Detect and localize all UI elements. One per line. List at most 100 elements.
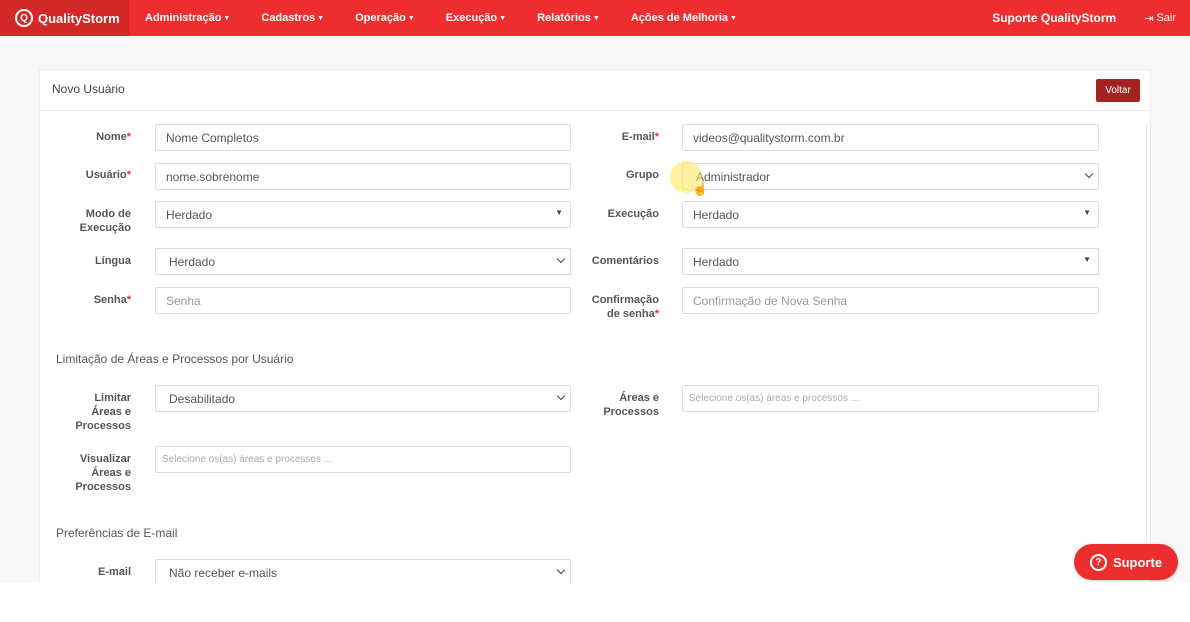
usuario-label: Usuário* xyxy=(60,168,131,182)
visualizar-areas-multiselect[interactable]: Selecione os(as) áreas e processos ... xyxy=(155,446,571,473)
menu-execucao-label: Execução xyxy=(445,12,498,24)
triangle-down-icon: ▼ xyxy=(1083,255,1091,264)
scrollbar-track[interactable] xyxy=(1146,125,1147,580)
modo-execucao-value: Herdado xyxy=(166,207,213,222)
confirmacao-senha-input[interactable]: Confirmação de Nova Senha xyxy=(682,287,1099,314)
modo-execucao-label-line2: Execução xyxy=(79,222,131,234)
areas-processos-multiselect[interactable]: Selecione os(as) áreas e processos ... xyxy=(682,385,1099,412)
comentarios-label: Comentários xyxy=(591,255,659,267)
required-marker: * xyxy=(126,169,131,181)
execucao-label: Execução xyxy=(607,208,659,220)
email-input[interactable]: videos@qualitystorm.com.br xyxy=(682,124,1099,151)
support-button-label: Suporte xyxy=(1112,554,1163,570)
menu-acoes-label: Ações de Melhoria xyxy=(630,12,729,24)
back-button[interactable]: Voltar xyxy=(1096,79,1140,102)
triangle-down-icon: ▼ xyxy=(555,208,563,217)
visualizar-label-line2: Áreas e xyxy=(91,467,131,479)
comentarios-value: Herdado xyxy=(693,254,740,269)
triangle-down-icon: ▼ xyxy=(1083,208,1091,217)
lingua-select[interactable]: Herdado xyxy=(155,248,571,275)
support-link[interactable]: Suporte QualityStorm xyxy=(992,11,1116,25)
visualizar-label-line3: Processos xyxy=(75,481,131,493)
menu-relatorios[interactable]: Relatórios ▼ xyxy=(537,12,600,24)
menu-relatorios-label: Relatórios xyxy=(537,12,591,24)
limitation-section-title: Limitação de Áreas e Processos por Usuár… xyxy=(56,352,294,366)
email-label-text: E-mail xyxy=(621,131,655,143)
visualizar-label-line1: Visualizar xyxy=(79,453,131,465)
email-pref-value: Não receber e-mails xyxy=(169,565,278,580)
email-pref-label: E-mail xyxy=(97,566,131,578)
required-marker: * xyxy=(126,131,131,143)
menu-operacao-label: Operação xyxy=(355,12,406,24)
top-navbar: Q QualityStorm Administração ▼ Cadastros ▼… xyxy=(0,0,1190,36)
menu-administracao-label: Administração xyxy=(145,12,222,24)
execucao-value: Herdado xyxy=(693,207,740,222)
senha-label: Senha* xyxy=(60,293,131,307)
modo-execucao-label-line1: Modo de xyxy=(85,208,131,220)
confirmacao-label-line1: Confirmação xyxy=(591,294,659,306)
quality-storm-logo-icon: Q xyxy=(15,9,33,27)
required-marker: * xyxy=(126,294,131,306)
email-label: E-mail* xyxy=(580,130,659,144)
chevron-down-icon xyxy=(1084,169,1094,179)
nome-label-text: Nome xyxy=(96,131,127,143)
email-pref-select[interactable]: Não receber e-mails xyxy=(155,559,571,582)
brand-name: QualityStorm xyxy=(38,10,120,26)
nome-input[interactable]: Nome Completos xyxy=(155,124,571,151)
areas-processos-label: Áreas e Processos xyxy=(580,391,659,419)
modo-execucao-label: Modo de Execução xyxy=(60,207,131,235)
nome-label: Nome* xyxy=(60,130,131,144)
menu-acoes-de-melhoria[interactable]: Ações de Melhoria ▼ xyxy=(631,12,737,24)
comentarios-select[interactable]: Herdado ▼ xyxy=(682,248,1099,275)
usuario-input[interactable]: nome.sobrenome xyxy=(155,163,571,190)
limitar-label-line1: Limitar xyxy=(94,392,131,404)
mouse-pointer-icon: ☝ xyxy=(692,181,709,196)
senha-input[interactable]: Senha xyxy=(155,287,571,314)
grupo-label: Grupo xyxy=(626,169,659,181)
areas-label-line1: Áreas e xyxy=(619,392,659,404)
caret-down-icon: ▼ xyxy=(592,14,600,22)
menu-administracao[interactable]: Administração ▼ xyxy=(145,12,230,24)
limitar-areas-value: Desabilitado xyxy=(169,391,236,406)
caret-down-icon: ▼ xyxy=(407,14,415,22)
confirmacao-label: Confirmação de senha* xyxy=(580,293,659,321)
confirmacao-label-line2-text: de senha xyxy=(607,308,655,320)
visualizar-areas-label: Visualizar Áreas e Processos xyxy=(60,452,131,494)
menu-execucao[interactable]: Execução ▼ xyxy=(446,12,506,24)
sign-out-icon: ⇥ xyxy=(1144,12,1154,25)
lingua-value: Herdado xyxy=(169,254,216,269)
app-viewport: Q QualityStorm Administração ▼ Cadastros ▼… xyxy=(0,0,1190,582)
usuario-label-text: Usuário xyxy=(85,169,127,181)
email-prefs-section-title: Preferências de E-mail xyxy=(56,526,178,540)
areas-label-line2: Processos xyxy=(603,406,659,418)
logout-button[interactable]: ⇥ Sair xyxy=(1144,12,1176,25)
limitar-label-line2: Áreas e xyxy=(91,406,131,418)
caret-down-icon: ▼ xyxy=(223,14,231,22)
chevron-down-icon xyxy=(556,391,566,401)
chevron-down-icon xyxy=(556,254,566,264)
main-menu: Administração ▼ Cadastros ▼ Operação ▼ Exec… xyxy=(145,0,768,36)
limitar-label-line3: Processos xyxy=(75,420,131,432)
caret-down-icon: ▼ xyxy=(730,14,737,22)
panel-header: Novo Usuário Voltar xyxy=(40,70,1150,111)
senha-label-text: Senha xyxy=(93,294,127,306)
help-circle-icon: ? xyxy=(1089,553,1107,571)
floating-support-button[interactable]: ? Suporte xyxy=(1074,544,1178,580)
chevron-down-icon xyxy=(556,565,566,575)
required-marker: * xyxy=(654,131,659,143)
confirmacao-label-line2: de senha* xyxy=(580,307,659,321)
execucao-select[interactable]: Herdado ▼ xyxy=(682,201,1099,228)
limitar-areas-label: Limitar Áreas e Processos xyxy=(60,391,131,433)
grupo-select[interactable]: Administrador xyxy=(682,163,1099,190)
caret-down-icon: ▼ xyxy=(317,14,325,22)
caret-down-icon: ▼ xyxy=(499,14,507,22)
menu-operacao[interactable]: Operação ▼ xyxy=(355,12,415,24)
limitar-areas-select[interactable]: Desabilitado xyxy=(155,385,571,412)
page-title: Novo Usuário xyxy=(52,82,125,96)
brand-logo[interactable]: Q QualityStorm xyxy=(0,0,129,36)
modo-execucao-select[interactable]: Herdado ▼ xyxy=(155,201,571,228)
menu-cadastros-label: Cadastros xyxy=(261,12,316,24)
menu-cadastros[interactable]: Cadastros ▼ xyxy=(261,12,324,24)
logout-label: Sair xyxy=(1156,12,1176,24)
lingua-label: Língua xyxy=(94,255,131,267)
